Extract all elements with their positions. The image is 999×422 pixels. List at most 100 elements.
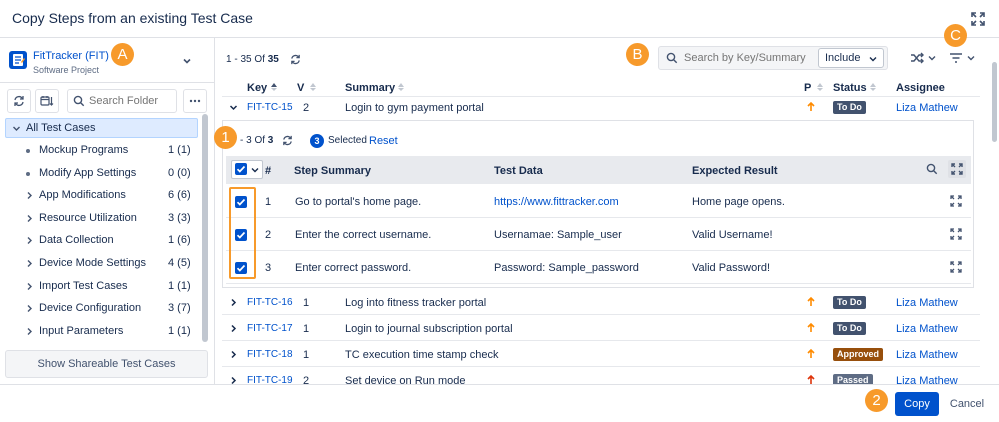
expand-arrows-icon[interactable] bbox=[948, 160, 966, 178]
sidebar-folder-item[interactable]: Device Mode Settings 4 (5) bbox=[20, 254, 195, 274]
divider bbox=[222, 96, 980, 97]
chevron-right-icon[interactable] bbox=[25, 259, 34, 268]
callout-a: A bbox=[111, 43, 134, 66]
refresh-icon[interactable] bbox=[290, 54, 301, 65]
sort-icon[interactable] bbox=[397, 82, 405, 92]
sidebar-folder-item[interactable]: Data Collection 1 (6) bbox=[20, 231, 195, 251]
more-dots-icon bbox=[189, 99, 201, 103]
col-summary[interactable]: Summary bbox=[345, 82, 395, 94]
assignee-link[interactable]: Liza Mathew bbox=[896, 349, 958, 361]
chevron-down-icon[interactable] bbox=[967, 54, 975, 62]
col-priority[interactable]: P bbox=[804, 82, 811, 94]
chevron-down-icon[interactable] bbox=[229, 103, 238, 112]
assignee-link[interactable]: Liza Mathew bbox=[896, 297, 958, 309]
assignee-link[interactable]: Liza Mathew bbox=[896, 323, 958, 335]
sidebar-folder-item[interactable]: Resource Utilization 3 (3) bbox=[20, 209, 195, 229]
steps-range-total: 3 bbox=[267, 135, 274, 146]
divider bbox=[226, 283, 971, 284]
sort-icon[interactable] bbox=[816, 82, 824, 92]
project-name[interactable]: FitTracker (FIT) bbox=[33, 50, 109, 62]
sidebar-folder-item[interactable]: Device Configuration 3 (7) bbox=[20, 299, 195, 319]
test-case-key-link[interactable]: FIT-TC-17 bbox=[247, 323, 293, 334]
expand-arrows-icon[interactable] bbox=[950, 228, 962, 240]
main-scrollbar[interactable] bbox=[992, 62, 997, 142]
chevron-down-icon[interactable] bbox=[182, 56, 192, 66]
test-data: Password: Sample_password bbox=[494, 262, 639, 274]
steps-range-text: - 3 Of bbox=[240, 135, 266, 146]
copy-button[interactable]: Copy bbox=[895, 392, 939, 416]
refresh-icon[interactable] bbox=[282, 135, 293, 146]
more-options-button[interactable] bbox=[183, 89, 207, 113]
folder-count: 1 (6) bbox=[168, 234, 191, 247]
sidebar-folder-item[interactable]: App Modifications 6 (6) bbox=[20, 186, 195, 206]
priority-medium-icon bbox=[806, 101, 816, 112]
folder-name: Input Parameters bbox=[39, 324, 124, 337]
cancel-button[interactable]: Cancel bbox=[946, 392, 988, 416]
refresh-icon bbox=[14, 95, 24, 107]
chevron-right-icon[interactable] bbox=[229, 324, 238, 333]
chevron-right-icon[interactable] bbox=[25, 327, 34, 336]
sidebar-folder-item[interactable]: Modify App Settings 0 (0) bbox=[20, 164, 195, 184]
project-type: Software Project bbox=[33, 65, 100, 75]
chevron-right-icon[interactable] bbox=[25, 236, 34, 245]
expand-arrows-icon[interactable] bbox=[970, 11, 986, 27]
folder-count: 1 (1) bbox=[168, 324, 191, 337]
expand-arrows-icon[interactable] bbox=[950, 195, 962, 207]
check-icon bbox=[236, 165, 246, 173]
folder-name: Device Configuration bbox=[39, 302, 142, 315]
reset-link[interactable]: Reset bbox=[369, 135, 398, 147]
filter-icon[interactable] bbox=[949, 51, 963, 65]
test-case-key-link[interactable]: FIT-TC-15 bbox=[247, 102, 293, 113]
result-range: 1 - 35 Of 35 bbox=[226, 54, 279, 65]
show-shareable-button[interactable]: Show Shareable Test Cases bbox=[5, 350, 208, 378]
range-total: 35 bbox=[267, 54, 279, 65]
sidebar-scrollbar[interactable] bbox=[202, 114, 208, 342]
calendar-sort-icon bbox=[40, 96, 54, 106]
divider bbox=[226, 217, 971, 218]
select-all-checkbox[interactable] bbox=[235, 163, 247, 175]
chevron-down-icon[interactable] bbox=[12, 124, 21, 133]
sort-folders-button[interactable] bbox=[35, 89, 59, 113]
version-cell: 1 bbox=[303, 323, 310, 335]
shuffle-icon[interactable] bbox=[910, 51, 924, 65]
test-case-key-link[interactable]: FIT-TC-16 bbox=[247, 297, 293, 308]
col-key[interactable]: Key bbox=[247, 82, 267, 94]
col-status[interactable]: Status bbox=[833, 82, 867, 94]
chevron-right-icon[interactable] bbox=[25, 214, 34, 223]
assignee-link[interactable]: Liza Mathew bbox=[896, 102, 958, 114]
sidebar-folder-item[interactable]: Input Parameters 1 (1) bbox=[20, 322, 195, 342]
chevron-right-icon[interactable] bbox=[25, 191, 34, 200]
step-summary: Enter correct password. bbox=[295, 262, 412, 274]
test-data-link[interactable]: https://www.fittracker.com bbox=[494, 196, 619, 208]
priority-medium-icon bbox=[806, 296, 816, 307]
divider bbox=[226, 250, 971, 251]
search-folder-input[interactable] bbox=[89, 95, 173, 107]
callout-b: B bbox=[626, 43, 649, 66]
chevron-right-icon[interactable] bbox=[229, 350, 238, 359]
status-badge: To Do bbox=[833, 322, 866, 335]
folder-name: Device Mode Settings bbox=[39, 257, 146, 269]
step-number: 1 bbox=[265, 196, 272, 208]
chevron-down-icon[interactable] bbox=[251, 166, 259, 174]
test-case-key-link[interactable]: FIT-TC-18 bbox=[247, 349, 293, 360]
chevron-right-icon[interactable] bbox=[25, 282, 34, 291]
search-icon bbox=[666, 52, 678, 64]
col-assignee[interactable]: Assignee bbox=[896, 82, 945, 94]
expand-arrows-icon[interactable] bbox=[950, 261, 962, 273]
sort-asc-icon[interactable] bbox=[270, 82, 278, 92]
sidebar-folder-item[interactable]: Import Test Cases 1 (1) bbox=[20, 277, 195, 297]
search-icon[interactable] bbox=[926, 163, 938, 175]
refresh-folders-button[interactable] bbox=[7, 89, 31, 113]
include-label: Include bbox=[825, 52, 861, 64]
chevron-right-icon[interactable] bbox=[229, 298, 238, 307]
sort-icon[interactable] bbox=[869, 82, 877, 92]
col-version[interactable]: V bbox=[297, 82, 304, 94]
sort-icon[interactable] bbox=[309, 82, 317, 92]
folder-count: 0 (0) bbox=[168, 166, 191, 179]
folder-name: Modify App Settings bbox=[39, 166, 137, 179]
search-key-input[interactable] bbox=[684, 52, 812, 64]
chevron-down-icon[interactable] bbox=[928, 54, 936, 62]
chevron-right-icon[interactable] bbox=[25, 304, 34, 313]
sidebar-folder-item[interactable]: Mockup Programs 1 (1) bbox=[20, 141, 195, 161]
dialog-title: Copy Steps from an existing Test Case bbox=[12, 10, 253, 26]
